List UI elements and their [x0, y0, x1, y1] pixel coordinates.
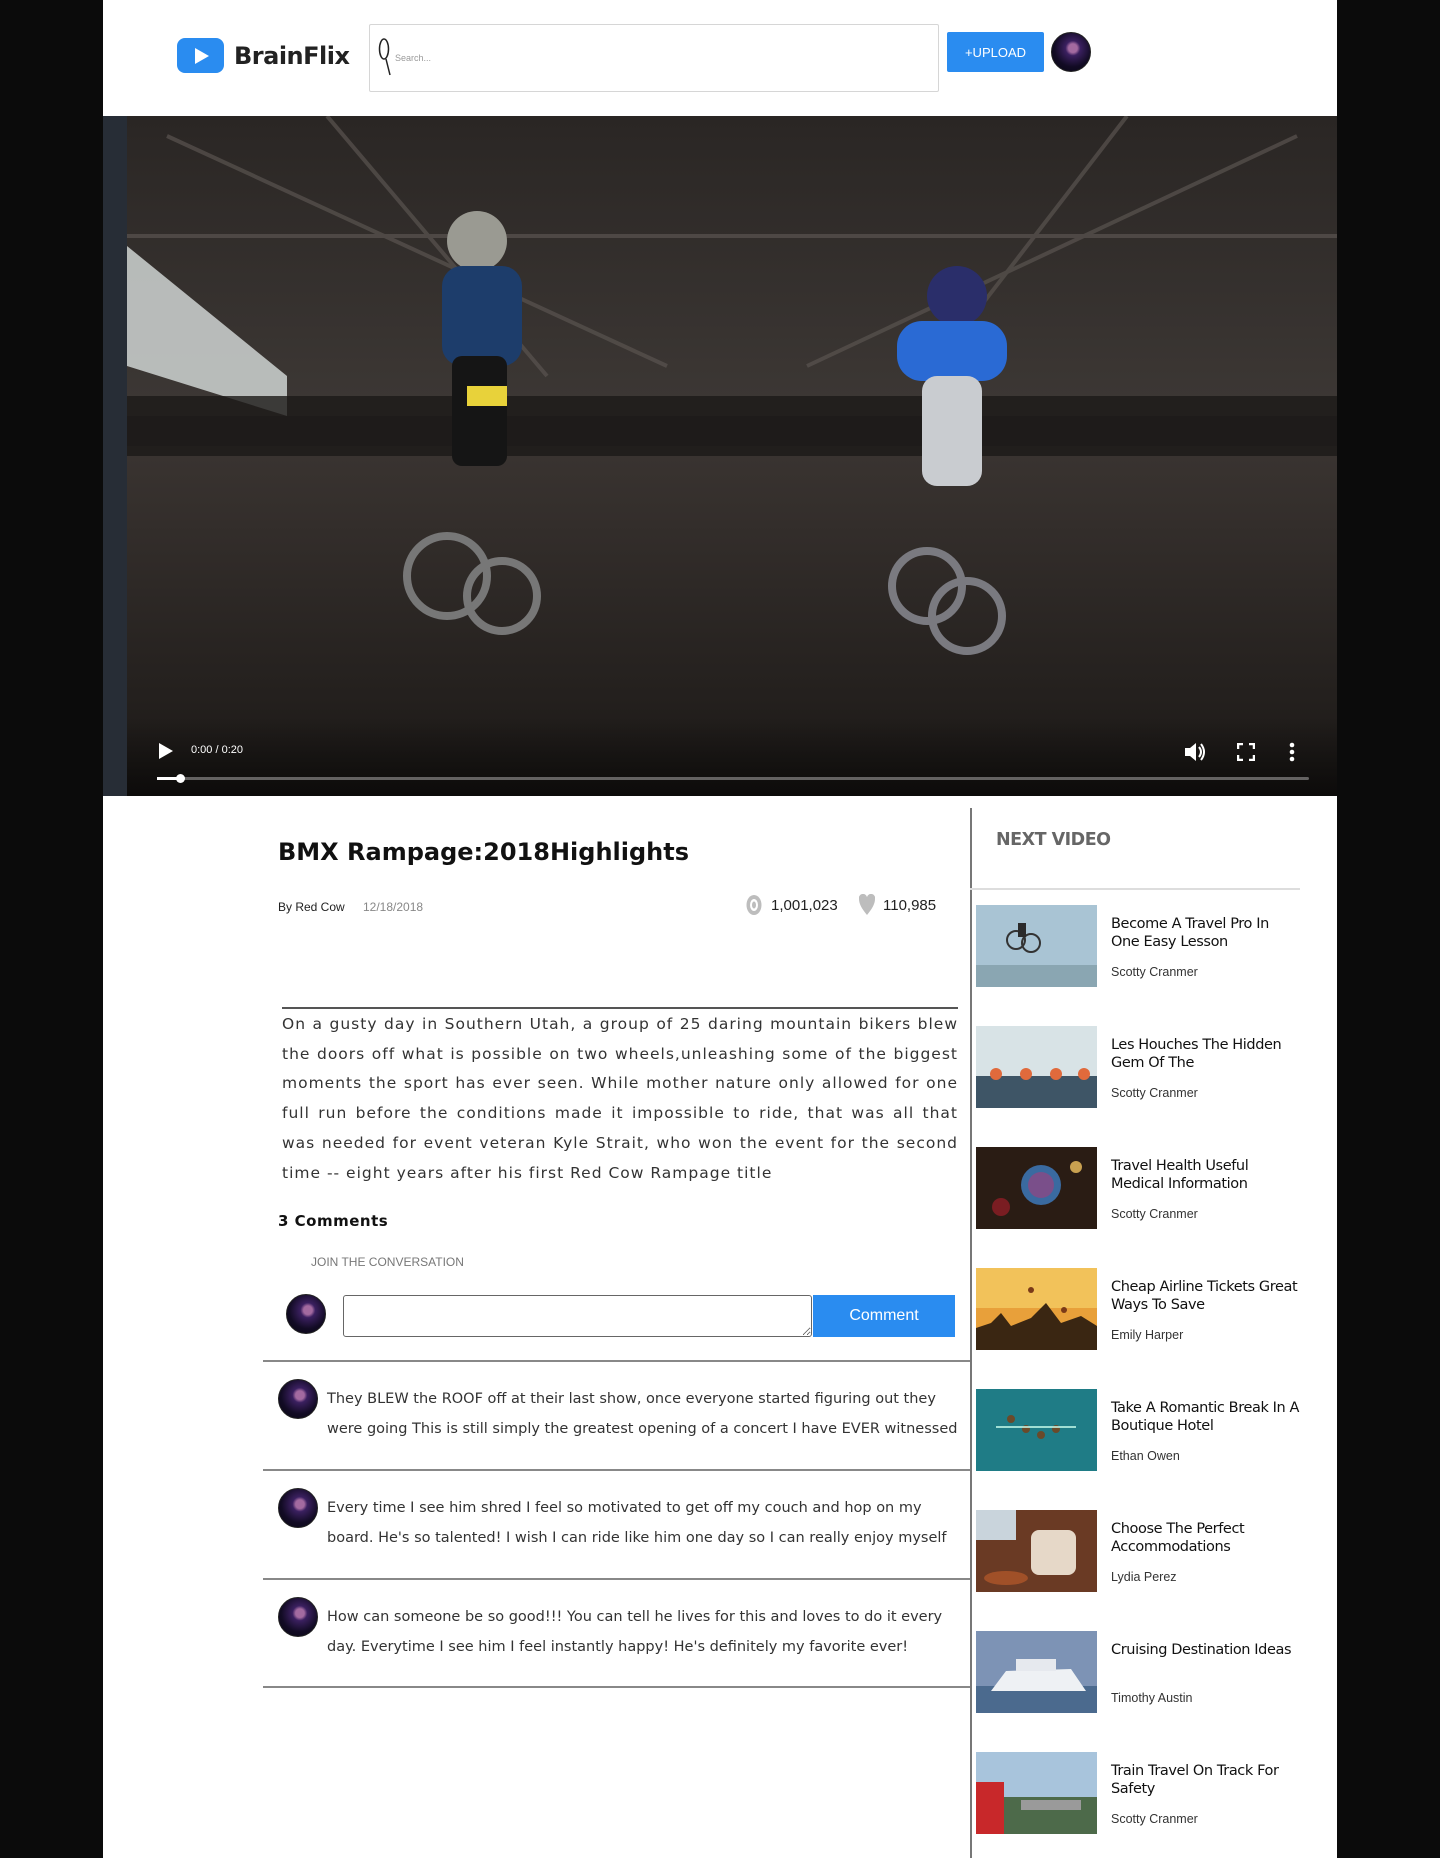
next-video-author: Scotty Cranmer [1111, 1086, 1198, 1100]
seek-handle[interactable] [176, 774, 186, 783]
more-options-icon[interactable] [1289, 742, 1295, 762]
next-video-author: Lydia Perez [1111, 1570, 1177, 1584]
video-description: On a gusty day in Southern Utah, a group… [282, 1015, 958, 1182]
fullscreen-icon[interactable] [1237, 743, 1255, 761]
video-title: BMX Rampage:2018Highlights [278, 838, 689, 866]
video-thumbnail [976, 1147, 1097, 1229]
commenter-avatar [278, 1379, 318, 1419]
play-icon[interactable] [159, 743, 173, 759]
comment-text: They BLEW the ROOF off at their last sho… [327, 1391, 958, 1437]
comment-button[interactable]: Comment [813, 1295, 955, 1337]
next-video-card[interactable]: Take A Romantic Break In A Boutique Hote… [976, 1389, 1306, 1471]
likes-count: 110,985 [883, 896, 937, 914]
search-icon [378, 38, 391, 76]
search-box[interactable] [369, 24, 939, 92]
comment-divider [263, 1686, 970, 1688]
video-thumbnail [976, 1389, 1097, 1471]
brand-logo[interactable]: BrainFlix [177, 38, 350, 73]
next-video-title: Become A Travel Pro In One Easy Lesson [1111, 916, 1269, 950]
heart-icon [859, 894, 875, 915]
comment-divider [263, 1578, 970, 1580]
video-thumbnail [976, 1752, 1097, 1834]
user-avatar[interactable] [1051, 32, 1091, 72]
comment-divider [263, 1360, 970, 1362]
next-video-title: Cruising Destination Ideas [1111, 1642, 1292, 1658]
video-author[interactable]: By Red Cow [278, 900, 345, 914]
likes-stat[interactable]: 110,985 [859, 894, 936, 916]
video-date: 12/18/2018 [363, 900, 424, 914]
brand-name: BrainFlix [234, 41, 350, 70]
comment-text: How can someone be so good!!! You can te… [327, 1609, 943, 1655]
comment-text: Every time I see him shred I feel so mot… [327, 1500, 947, 1546]
time-readout: 0:00 / 0:20 [191, 744, 243, 756]
next-video-card[interactable]: Train Travel On Track For Safety Scotty … [976, 1752, 1306, 1834]
seek-bar[interactable] [157, 774, 1309, 783]
video-thumbnail [976, 905, 1097, 987]
next-video-title: Take A Romantic Break In A Boutique Hote… [1111, 1400, 1300, 1434]
video-thumbnail [976, 1510, 1097, 1592]
video-thumbnail [976, 1631, 1097, 1713]
commenter-avatar [278, 1597, 318, 1637]
next-video-heading: NEXT VIDEO [996, 830, 1111, 850]
next-video-card[interactable]: Travel Health Useful Medical Information… [976, 1147, 1306, 1229]
player-controls: 0:00 / 0:20 [127, 716, 1337, 796]
video-player[interactable]: 0:00 / 0:20 [103, 116, 1337, 796]
next-video-author: Emily Harper [1111, 1328, 1184, 1342]
next-video-card[interactable]: Cruising Destination Ideas Timothy Austi… [976, 1631, 1306, 1713]
page: BrainFlix +UPLOAD [103, 0, 1337, 1858]
join-conversation-label: JOIN THE CONVERSATION [311, 1255, 464, 1269]
next-video-card[interactable]: Cheap Airline Tickets Great Ways To Save… [976, 1268, 1306, 1350]
commenter-avatar [278, 1488, 318, 1528]
next-video-author: Ethan Owen [1111, 1449, 1180, 1463]
next-video-card[interactable]: Les Houches The Hidden Gem Of The Scotty… [976, 1026, 1306, 1108]
comment-divider [263, 1469, 970, 1471]
video-frame-image [127, 116, 1337, 796]
next-video-card[interactable]: Choose The Perfect Accommodations Lydia … [976, 1510, 1306, 1592]
description-divider [282, 1007, 958, 1009]
next-video-title: Les Houches The Hidden Gem Of The [1111, 1037, 1282, 1071]
next-video-author: Scotty Cranmer [1111, 1812, 1198, 1826]
next-video-author: Timothy Austin [1111, 1691, 1193, 1705]
next-video-author: Scotty Cranmer [1111, 965, 1198, 979]
site-header: BrainFlix +UPLOAD [103, 0, 1337, 116]
views-stat: 1,001,023 [745, 894, 838, 916]
comments-count: 3 Comments [278, 1212, 389, 1230]
video-thumbnail [976, 1026, 1097, 1108]
next-video-author: Scotty Cranmer [1111, 1207, 1198, 1221]
upload-button[interactable]: +UPLOAD [947, 32, 1044, 72]
views-icon [746, 895, 762, 915]
views-count: 1,001,023 [771, 896, 838, 914]
play-logo-icon [177, 38, 224, 73]
next-video-title: Travel Health Useful Medical Information [1111, 1158, 1249, 1192]
next-video-title: Cheap Airline Tickets Great Ways To Save [1111, 1279, 1298, 1313]
sidebar-divider [970, 808, 972, 1858]
player-edge [103, 116, 127, 796]
sidebar-heading-divider [970, 888, 1300, 890]
volume-icon[interactable] [1185, 742, 1207, 762]
next-video-title: Choose The Perfect Accommodations [1111, 1521, 1245, 1555]
current-user-avatar [286, 1294, 326, 1334]
next-video-title: Train Travel On Track For Safety [1111, 1763, 1279, 1797]
comment-input[interactable] [343, 1295, 812, 1337]
video-thumbnail [976, 1268, 1097, 1350]
search-input[interactable] [395, 47, 915, 69]
next-video-card[interactable]: Become A Travel Pro In One Easy Lesson S… [976, 905, 1306, 987]
